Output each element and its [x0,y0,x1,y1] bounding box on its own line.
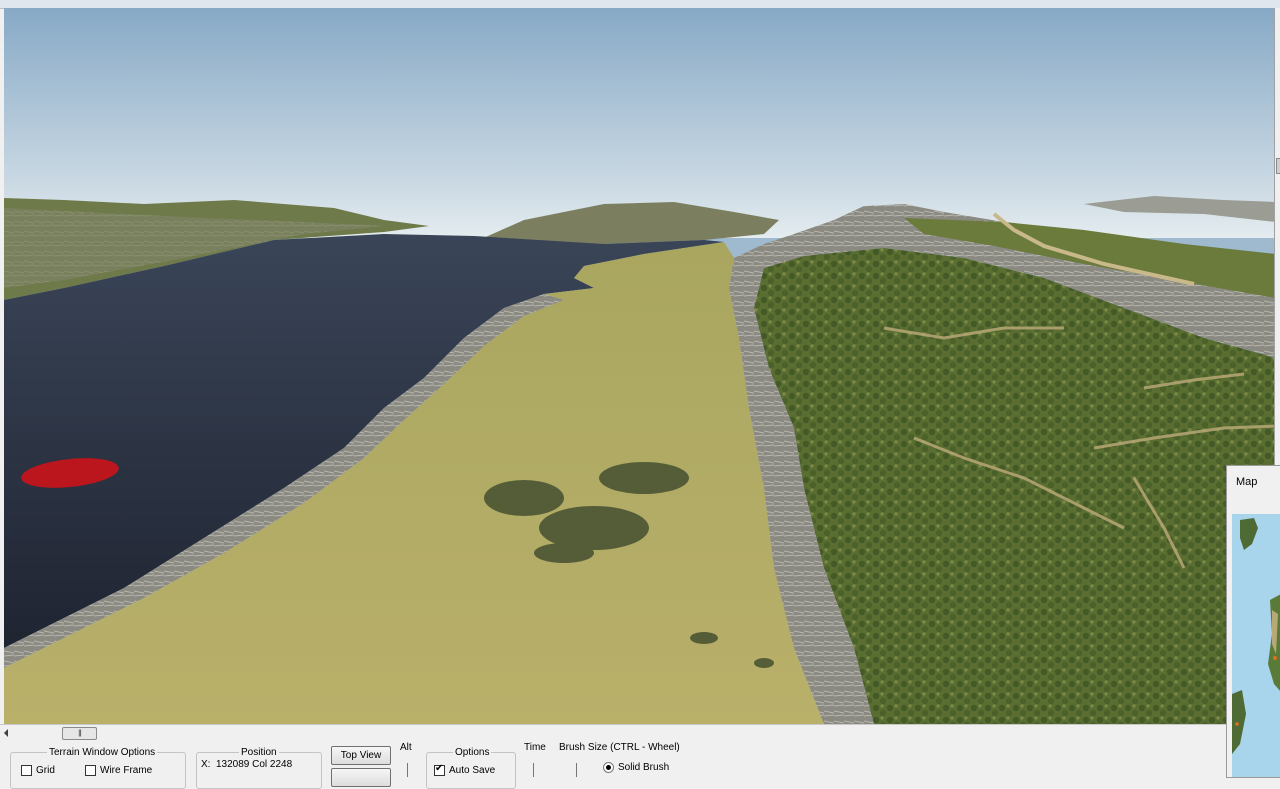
top-view-button[interactable]: Top View [331,746,391,765]
solid-brush-radio[interactable] [603,762,614,773]
position-value: 132089 Col 2248 [216,759,293,770]
alt-slider-track[interactable] [407,763,408,777]
map-window[interactable]: Map [1226,465,1280,778]
time-slider-track[interactable] [533,763,534,777]
secondary-view-button[interactable] [331,768,391,787]
options-title: Options [455,747,490,758]
scroll-thumb[interactable]: ||| [62,727,97,740]
terrain-3d-viewport[interactable] [4,8,1276,724]
brush-size-title: Brush Size (CTRL - Wheel) [559,742,680,753]
position-x-label: X: [201,759,211,770]
grid-checkbox[interactable] [21,765,32,776]
grid-label: Grid [36,765,55,776]
minimap[interactable] [1232,514,1280,777]
wire-frame-checkbox[interactable] [85,765,96,776]
map-title: Map [1236,476,1258,488]
position-title: Position [241,747,277,758]
solid-brush-label: Solid Brush [618,762,670,773]
minimap-render [1232,514,1280,777]
brush-size-slider-track[interactable] [576,763,577,777]
control-panel: Terrain Window Options Grid Wire Frame P… [0,741,1228,789]
horizontal-scrollbar[interactable]: ||| [0,724,1228,741]
splitter-grip[interactable] [1276,158,1280,174]
auto-save-label: Auto Save [449,765,496,776]
terrain-render [4,8,1276,724]
alt-title: Alt [400,742,412,753]
scroll-left-icon[interactable] [4,729,8,737]
auto-save-checkbox[interactable] [434,763,445,776]
terrain-window-options-title: Terrain Window Options [49,747,156,758]
wire-frame-label: Wire Frame [100,765,153,776]
time-title: Time [524,742,546,753]
